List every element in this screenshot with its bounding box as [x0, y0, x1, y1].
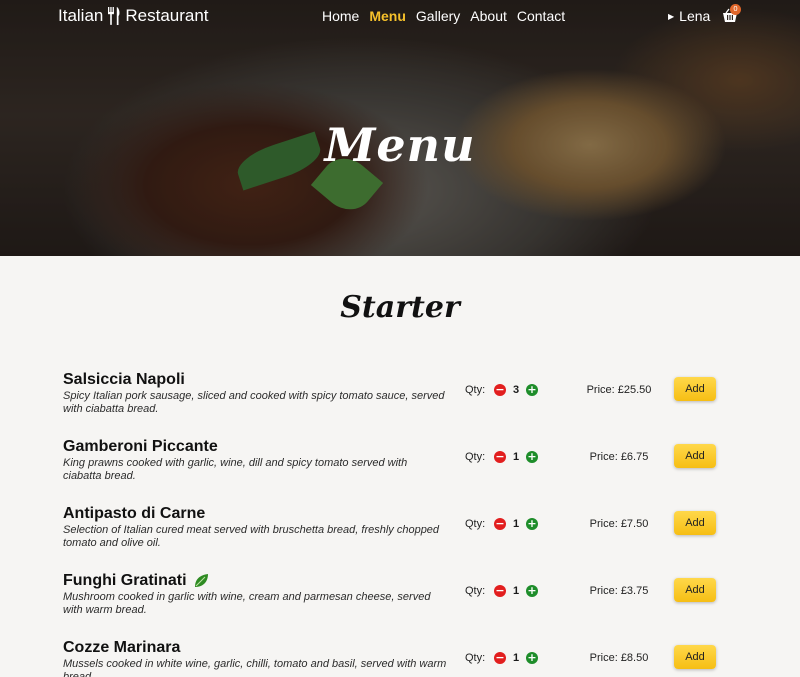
add-to-cart-button[interactable]: Add — [674, 645, 716, 669]
qty-value: 1 — [512, 451, 520, 463]
brand-text-left: Italian — [58, 6, 104, 25]
item-name: Antipasto di Carne — [63, 505, 206, 522]
main-menu: Home Menu Gallery About Contact — [322, 8, 565, 24]
qty-label: Qty: — [465, 384, 486, 396]
add-to-cart-button[interactable]: Add — [674, 578, 716, 602]
hero-title: Menu — [324, 118, 476, 172]
top-navigation: Italian Restaurant Home Menu Gallery Abo… — [0, 0, 800, 34]
item-price: Price: £25.50 — [586, 384, 652, 396]
qty-label: Qty: — [465, 451, 486, 463]
item-name: Salsiccia Napoli — [63, 371, 185, 388]
menu-item: Cozze Marinara Mussels cooked in white w… — [62, 639, 742, 677]
menu-item: Antipasto di Carne Selection of Italian … — [62, 505, 742, 565]
nav-link-contact[interactable]: Contact — [517, 8, 565, 24]
hero-banner: Menu — [0, 0, 800, 256]
item-name-wrapper: Salsiccia Napoli — [63, 371, 185, 389]
increase-qty-button[interactable]: + — [526, 518, 538, 530]
item-name: Gamberoni Piccante — [63, 438, 218, 455]
qty-label: Qty: — [465, 652, 486, 664]
item-description: Selection of Italian cured meat served w… — [63, 524, 440, 549]
leaf-icon — [194, 574, 208, 587]
item-name-wrapper: Antipasto di Carne — [63, 505, 205, 523]
qty-value: 3 — [512, 384, 520, 396]
nav-link-gallery[interactable]: Gallery — [416, 8, 460, 24]
item-price: Price: £3.75 — [589, 585, 649, 597]
decrease-qty-button[interactable]: − — [494, 451, 506, 463]
brand-text-right: Restaurant — [125, 6, 209, 25]
decrease-qty-button[interactable]: − — [494, 518, 506, 530]
brand-logo[interactable]: Italian Restaurant — [58, 6, 209, 26]
menu-item: Gamberoni Piccante King prawns cooked wi… — [62, 438, 742, 498]
qty-value: 1 — [512, 585, 520, 597]
nav-link-home[interactable]: Home — [322, 8, 359, 24]
item-name: Funghi Gratinati — [63, 572, 187, 589]
qty-value: 1 — [512, 652, 520, 664]
decrease-qty-button[interactable]: − — [494, 652, 506, 664]
item-price: Price: £7.50 — [589, 518, 649, 530]
qty-label: Qty: — [465, 518, 486, 530]
item-description: King prawns cooked with garlic, wine, di… — [63, 457, 408, 482]
item-name-wrapper: Funghi Gratinati — [63, 572, 209, 590]
decrease-qty-button[interactable]: − — [494, 384, 506, 396]
item-name-wrapper: Cozze Marinara — [63, 639, 180, 657]
increase-qty-button[interactable]: + — [526, 451, 538, 463]
decrease-qty-button[interactable]: − — [494, 585, 506, 597]
user-name: Lena — [679, 8, 711, 24]
utensils-icon — [108, 7, 120, 25]
increase-qty-button[interactable]: + — [526, 585, 538, 597]
nav-link-about[interactable]: About — [470, 8, 507, 24]
increase-qty-button[interactable]: + — [526, 652, 538, 664]
item-price: Price: £6.75 — [589, 451, 649, 463]
item-name: Cozze Marinara — [63, 639, 181, 656]
cart-count-badge: 0 — [730, 4, 741, 15]
item-description: Spicy Italian pork sausage, sliced and c… — [63, 390, 445, 415]
add-to-cart-button[interactable]: Add — [674, 511, 716, 535]
menu-item: Funghi Gratinati Mushroom cooked in garl… — [62, 572, 742, 632]
nav-link-menu[interactable]: Menu — [369, 8, 406, 24]
item-name-wrapper: Gamberoni Piccante — [63, 438, 218, 456]
item-description: Mushroom cooked in garlic with wine, cre… — [63, 591, 431, 616]
menu-item: Salsiccia Napoli Spicy Italian pork saus… — [62, 371, 742, 431]
item-price: Price: £8.50 — [589, 652, 649, 664]
section-title: Starter — [340, 290, 460, 325]
add-to-cart-button[interactable]: Add — [674, 444, 716, 468]
add-to-cart-button[interactable]: Add — [674, 377, 716, 401]
qty-label: Qty: — [465, 585, 486, 597]
caret-right-icon: ▶ — [668, 11, 675, 21]
increase-qty-button[interactable]: + — [526, 384, 538, 396]
qty-value: 1 — [512, 518, 520, 530]
user-menu[interactable]: ▶ Lena — [668, 8, 710, 24]
item-description: Mussels cooked in white wine, garlic, ch… — [63, 658, 447, 677]
